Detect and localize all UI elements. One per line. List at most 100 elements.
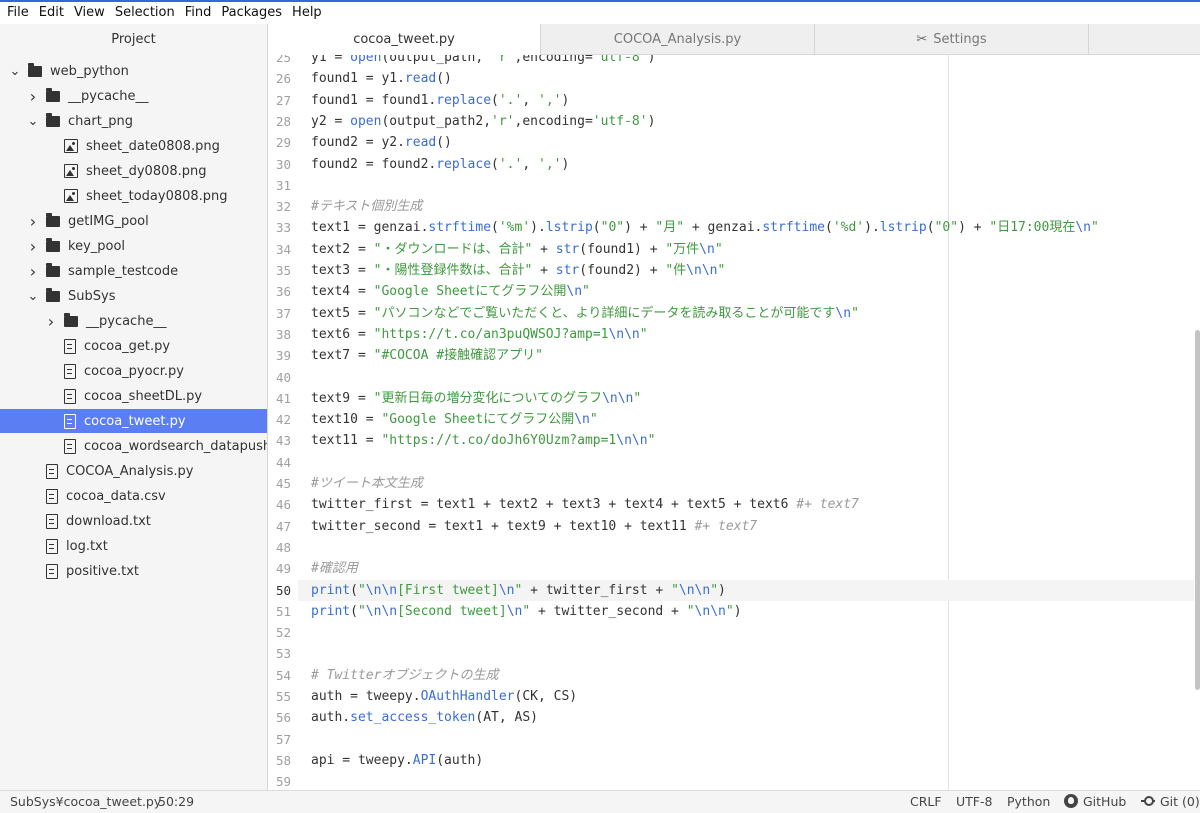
tree-folder-item[interactable]: › __pycache__ xyxy=(0,309,267,333)
menu-edit[interactable]: Edit xyxy=(34,2,69,24)
code-line[interactable]: text9 = "更新日毎の増分変化についてのグラフ\n\n" xyxy=(311,388,641,409)
code-string: '%d' xyxy=(832,220,865,236)
code-text: (auth) xyxy=(436,752,484,768)
code-comment: #テキスト個別生成 xyxy=(311,199,423,215)
tab-cocoa-tweet[interactable]: cocoa_tweet.py xyxy=(268,24,541,56)
code-line[interactable]: text10 = "Google Sheetにてグラフ公開\n" xyxy=(311,409,598,430)
tree-item-label: SubSys xyxy=(68,288,116,304)
code-line[interactable]: text6 = "https://t.co/an3puQWSOJ?amp=1\n… xyxy=(311,324,648,345)
chevron-right-icon[interactable]: › xyxy=(26,262,40,281)
code-line[interactable]: #ツイート本文生成 xyxy=(311,473,423,494)
code-line[interactable]: text1 = genzai.strftime('%m').lstrip("0"… xyxy=(311,217,1099,238)
tab-cocoa-analysis[interactable]: COCOA_Analysis.py xyxy=(541,24,815,55)
tab-settings[interactable]: ✂ Settings xyxy=(815,24,1089,55)
chevron-down-icon[interactable]: ⌄ xyxy=(26,114,40,129)
code-text: ) xyxy=(718,582,726,598)
chevron-right-icon[interactable]: › xyxy=(26,237,40,256)
line-number: 41 xyxy=(275,390,291,406)
status-encoding[interactable]: UTF-8 xyxy=(956,791,992,813)
status-git[interactable]: Git (0) xyxy=(1141,791,1200,813)
status-grammar[interactable]: Python xyxy=(1007,791,1050,813)
status-cursor-position[interactable]: 50:29 xyxy=(158,791,194,813)
status-file-path[interactable]: SubSys¥cocoa_tweet.py xyxy=(10,791,161,813)
tree-folder-item[interactable]: ⌄ web_python xyxy=(0,59,267,83)
vertical-scrollbar[interactable] xyxy=(1195,330,1200,690)
tree-folder-item[interactable]: › sample_testcode xyxy=(0,259,267,283)
code-function: print xyxy=(311,603,351,619)
menu-view[interactable]: View xyxy=(69,2,110,24)
code-line[interactable]: #テキスト個別生成 xyxy=(311,196,422,217)
menu-packages[interactable]: Packages xyxy=(216,2,287,24)
code-line[interactable]: twitter_first = text1 + text2 + text3 + … xyxy=(311,494,859,515)
code-line[interactable]: text4 = "Google Sheetにてグラフ公開\n" xyxy=(311,281,590,302)
tree-folder-item[interactable]: › key_pool xyxy=(0,234,267,258)
code-line[interactable]: text7 = "#COCOA #接触確認アプリ" xyxy=(311,345,543,366)
code-line[interactable]: text2 = "・ダウンロードは、合計" + str(found1) + "万… xyxy=(311,239,723,260)
line-number: 27 xyxy=(275,92,291,108)
code-line[interactable]: print("\n\n[First tweet]\n" + twitter_fi… xyxy=(311,580,726,601)
chevron-right-icon[interactable]: › xyxy=(26,87,40,106)
tree-file-item[interactable]: sheet_date0808.png xyxy=(0,134,267,158)
tree-file-item[interactable]: cocoa_tweet.py xyxy=(0,409,267,433)
code-line[interactable]: # Twitterオブジェクトの生成 xyxy=(311,665,498,686)
menu-file[interactable]: File xyxy=(2,2,34,24)
menu-help[interactable]: Help xyxy=(287,2,327,24)
code-line[interactable]: #確認用 xyxy=(311,558,358,579)
tree-folder-item[interactable]: ⌄ chart_png xyxy=(0,109,267,133)
code-text: text10 = xyxy=(311,412,382,428)
tree-folder-item[interactable]: › getIMG_pool xyxy=(0,209,267,233)
code-text: y1 = xyxy=(311,55,351,65)
code-line[interactable]: text5 = "パソコンなどでご覧いただくと、より詳細にデータを読み取ることが… xyxy=(311,303,859,324)
tree-file-item[interactable]: sheet_dy0808.png xyxy=(0,159,267,183)
tree-item-label: sheet_today0808.png xyxy=(86,188,228,204)
tree-file-item[interactable]: cocoa_wordsearch_datapush.py xyxy=(0,434,267,458)
tree-file-item[interactable]: log.txt xyxy=(0,534,267,558)
code-editor[interactable]: 25 26 27 28 29 30 31 32 33 34 35 36 37 38 39 40 41 42 43 44… xyxy=(268,55,1200,790)
status-line-ending[interactable]: CRLF xyxy=(910,791,942,813)
code-line[interactable]: found2 = y2.read() xyxy=(311,132,452,153)
line-number: 35 xyxy=(275,263,291,278)
code-string: "https://t.co/doJh6Y0Uzm?amp=1 xyxy=(381,433,617,449)
code-line[interactable]: auth.set_access_token(AT, AS) xyxy=(311,707,538,728)
tree-file-item[interactable]: positive.txt xyxy=(0,559,267,583)
line-number: 47 xyxy=(275,518,291,534)
code-line[interactable]: y1 = open(output_path, 'r',encoding='utf… xyxy=(311,55,655,68)
menu-selection[interactable]: Selection xyxy=(110,2,180,24)
code-text: (found2) + xyxy=(579,263,666,278)
code-line[interactable]: text11 = "https://t.co/doJh6Y0Uzm?amp=1\… xyxy=(311,430,655,451)
tree-item-label: positive.txt xyxy=(66,563,140,579)
code-line[interactable]: api = tweepy.API(auth) xyxy=(311,750,483,771)
tree-file-item[interactable]: cocoa_data.csv xyxy=(0,484,267,508)
code-line[interactable]: found2 = found2.replace('.', ',') xyxy=(311,154,569,175)
code-text: found1 = y1. xyxy=(311,71,405,87)
tree-file-item[interactable]: cocoa_pyocr.py xyxy=(0,359,267,383)
code-line[interactable]: print("\n\n[Second tweet]\n" + twitter_s… xyxy=(311,601,742,622)
code-text: () xyxy=(436,135,452,151)
chevron-right-icon[interactable]: › xyxy=(44,312,58,331)
code-string: '%m' xyxy=(498,220,531,236)
code-text: encoding= xyxy=(522,55,593,65)
code-line[interactable]: twitter_second = text1 + text9 + text10 … xyxy=(311,516,757,537)
tree-file-item[interactable]: COCOA_Analysis.py xyxy=(0,459,267,483)
code-line[interactable]: y2 = open(output_path2,'r',encoding='utf… xyxy=(311,111,655,132)
code-text: ) xyxy=(561,156,570,172)
menu-bar: File Edit View Selection Find Packages Help xyxy=(0,2,1200,24)
tree-file-item[interactable]: cocoa_get.py xyxy=(0,334,267,358)
file-icon xyxy=(64,363,76,379)
code-escape: \n\n xyxy=(365,603,398,619)
tree-file-item[interactable]: download.txt xyxy=(0,509,267,533)
chevron-right-icon[interactable]: › xyxy=(26,212,40,231)
tree-file-item[interactable]: cocoa_sheetDL.py xyxy=(0,384,267,408)
code-line[interactable]: auth = tweepy.OAuthHandler(CK, CS) xyxy=(311,686,577,707)
code-line[interactable]: text3 = "・陽性登録件数は、合計" + str(found2) + "件… xyxy=(311,260,725,281)
code-text: , xyxy=(522,92,538,108)
tree-folder-item[interactable]: › __pycache__ xyxy=(0,84,267,108)
code-line[interactable]: found1 = found1.replace('.', ',') xyxy=(311,90,569,111)
chevron-down-icon[interactable]: ⌄ xyxy=(26,289,40,304)
chevron-down-icon[interactable]: ⌄ xyxy=(8,64,22,79)
menu-find[interactable]: Find xyxy=(180,2,217,24)
tree-folder-item[interactable]: ⌄ SubSys xyxy=(0,284,267,308)
tree-file-item[interactable]: sheet_today0808.png xyxy=(0,184,267,208)
code-line[interactable]: found1 = y1.read() xyxy=(311,68,452,89)
status-github[interactable]: GitHub xyxy=(1064,791,1126,813)
